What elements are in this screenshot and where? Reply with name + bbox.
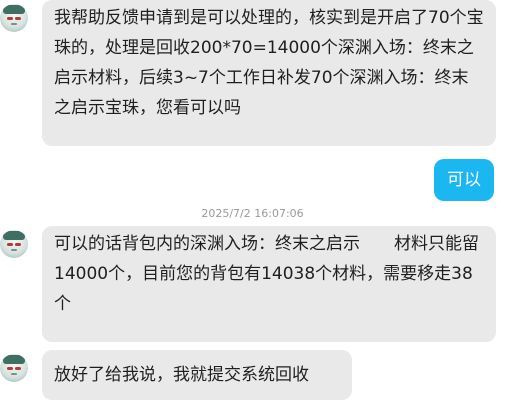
- agent-avatar-icon[interactable]: [0, 230, 28, 258]
- message-timestamp: 2025/7/2 16:07:06: [201, 207, 304, 220]
- message-bubble-agent: 我帮助反馈申请到是可以处理的，核实到是开启了70个宝珠的，处理是回收200*70…: [42, 0, 496, 146]
- message-bubble-user: 可以: [434, 159, 494, 201]
- agent-avatar-icon[interactable]: [0, 4, 28, 32]
- message-text: 可以的话背包内的深渊入场：终末之启示 材料只能留14000个，目前您的背包有14…: [54, 234, 479, 314]
- message-text: 放好了给我说，我就提交系统回收: [54, 365, 309, 385]
- message-bubble-agent: 可以的话背包内的深渊入场：终末之启示 材料只能留14000个，目前您的背包有14…: [42, 226, 496, 342]
- message-bubble-agent: 放好了给我说，我就提交系统回收: [42, 350, 352, 400]
- message-text: 我帮助反馈申请到是可以处理的，核实到是开启了70个宝珠的，处理是回收200*70…: [54, 8, 484, 118]
- chat-window: 我帮助反馈申请到是可以处理的，核实到是开启了70个宝珠的，处理是回收200*70…: [0, 0, 505, 406]
- agent-avatar-icon[interactable]: [0, 354, 28, 382]
- message-text: 可以: [447, 170, 481, 190]
